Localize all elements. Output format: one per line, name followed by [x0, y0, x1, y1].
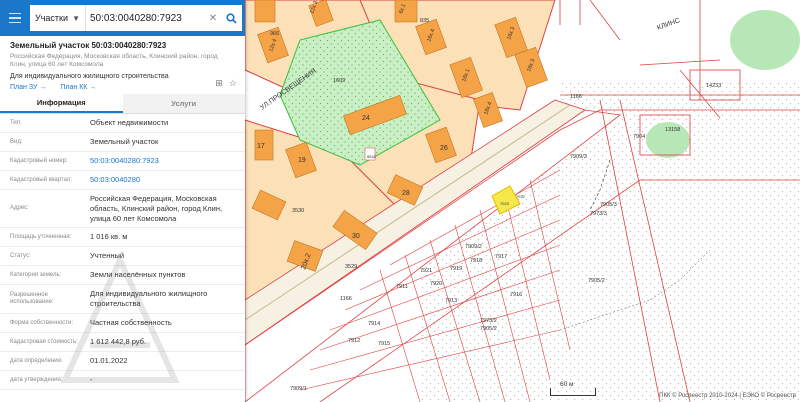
- info-row: дата определения: 01.01.2022: [0, 352, 245, 371]
- svg-text:7909/2: 7909/2: [465, 244, 482, 250]
- svg-text:7915: 7915: [378, 341, 390, 347]
- object-header: Земельный участок 50:03:0040280:7923 Рос…: [0, 36, 245, 94]
- menu-icon[interactable]: [0, 0, 30, 36]
- info-row: Вид: Земельный участок: [0, 133, 245, 152]
- svg-text:30: 30: [352, 233, 360, 240]
- svg-text:7905/3: 7905/3: [600, 202, 617, 208]
- search-input[interactable]: [86, 5, 206, 31]
- svg-text:7922: 7922: [516, 194, 526, 199]
- svg-text:7973/2: 7973/2: [480, 318, 497, 324]
- scale-bar: [550, 388, 596, 396]
- svg-text:7919: 7919: [450, 266, 462, 272]
- svg-text:7909/1: 7909/1: [290, 386, 307, 392]
- info-row: Кадастровая стоимость: 1 612 442,8 руб.: [0, 333, 245, 352]
- svg-text:7916: 7916: [510, 292, 522, 298]
- svg-text:3530: 3530: [292, 208, 304, 214]
- svg-text:3529: 3529: [345, 264, 357, 270]
- svg-text:8542: 8542: [367, 154, 377, 159]
- svg-text:28: 28: [402, 190, 410, 197]
- info-row: Разрешенное использование: Для индивидуа…: [0, 285, 245, 314]
- svg-text:966: 966: [270, 31, 279, 37]
- search-icon: [225, 12, 237, 24]
- svg-text:835: 835: [420, 18, 429, 24]
- svg-text:7904: 7904: [633, 134, 645, 140]
- info-row: Адрес: Российская Федерация, Московская …: [0, 190, 245, 228]
- svg-text:26: 26: [440, 145, 448, 152]
- object-title: Земельный участок 50:03:0040280:7923: [10, 41, 167, 50]
- svg-text:1609: 1609: [333, 78, 345, 84]
- svg-text:7909/3: 7909/3: [570, 154, 587, 160]
- info-row: Форма собственности: Частная собственнос…: [0, 314, 245, 333]
- tab-services[interactable]: Услуги: [122, 94, 245, 113]
- svg-text:13158: 13158: [665, 127, 680, 133]
- object-usage: Для индивидуального жилищного строительс…: [10, 73, 169, 80]
- svg-text:7905/2: 7905/2: [480, 326, 497, 332]
- cadastral-number-link[interactable]: 50:03:0040280:7923: [90, 156, 239, 166]
- svg-text:7913: 7913: [445, 298, 457, 304]
- svg-text:7973/3: 7973/3: [590, 211, 607, 217]
- info-row: Тип: Объект недвижимости: [0, 114, 245, 133]
- cadastral-quarter-link[interactable]: 50:03:0040280: [90, 175, 239, 185]
- search-button[interactable]: [220, 5, 242, 31]
- svg-text:24: 24: [362, 115, 370, 122]
- info-row: Категория земель: Земли населённых пункт…: [0, 266, 245, 285]
- svg-text:7917: 7917: [495, 254, 507, 260]
- svg-text:7923: 7923: [500, 201, 510, 206]
- plan-zu-link[interactable]: План ЗУ →: [10, 84, 46, 91]
- app-root: УЛ.ПРОСВЕЩЕНИЯ КЛИНС 966 835 12к.3 12к.4…: [0, 0, 800, 402]
- info-tabs: Информация Услуги: [0, 94, 245, 114]
- search-bar: Участки ▼ ✕: [0, 0, 245, 36]
- star-icon[interactable]: ☆: [229, 78, 237, 89]
- svg-text:17: 17: [257, 143, 265, 150]
- info-table: Тип: Объект недвижимости Вид: Земельный …: [0, 114, 245, 390]
- tab-information[interactable]: Информация: [0, 94, 123, 113]
- svg-text:7912: 7912: [348, 338, 360, 344]
- info-row: Кадастровый номер: 50:03:0040280:7923: [0, 152, 245, 171]
- chevron-down-icon: ▼: [72, 13, 80, 23]
- info-panel: Участки ▼ ✕ Земельный участок 50:03:0040…: [0, 0, 245, 402]
- scale-label: 60 м: [560, 381, 574, 388]
- info-row: дата утверждения: -: [0, 371, 245, 390]
- svg-text:7920: 7920: [430, 281, 442, 287]
- svg-text:1166: 1166: [570, 94, 582, 100]
- search-type-select[interactable]: Участки ▼: [30, 5, 86, 31]
- svg-text:7918: 7918: [470, 258, 482, 264]
- svg-text:7921: 7921: [420, 268, 432, 274]
- measure-icon[interactable]: ⊞: [215, 78, 223, 89]
- svg-text:7911: 7911: [396, 284, 408, 290]
- svg-text:19: 19: [298, 157, 306, 164]
- plan-kk-link[interactable]: План КК →: [60, 84, 96, 91]
- svg-text:7914: 7914: [368, 321, 380, 327]
- svg-text:1166: 1166: [340, 296, 352, 302]
- search-type-value: Участки: [35, 13, 68, 23]
- info-row: Кадастровый квартал: 50:03:0040280: [0, 171, 245, 190]
- clear-icon[interactable]: ✕: [206, 5, 220, 31]
- svg-text:14233: 14233: [706, 83, 721, 89]
- info-row: Площадь уточненная: 1 016 кв. м: [0, 228, 245, 247]
- svg-text:7905/2: 7905/2: [588, 278, 605, 284]
- object-address: Российская Федерация, Московская область…: [10, 53, 218, 68]
- info-row: Статус: Учтенный: [0, 247, 245, 266]
- copyright-text: ПКК © Росреестр 2010-2024 | ЕЭКО © Росре…: [659, 393, 796, 399]
